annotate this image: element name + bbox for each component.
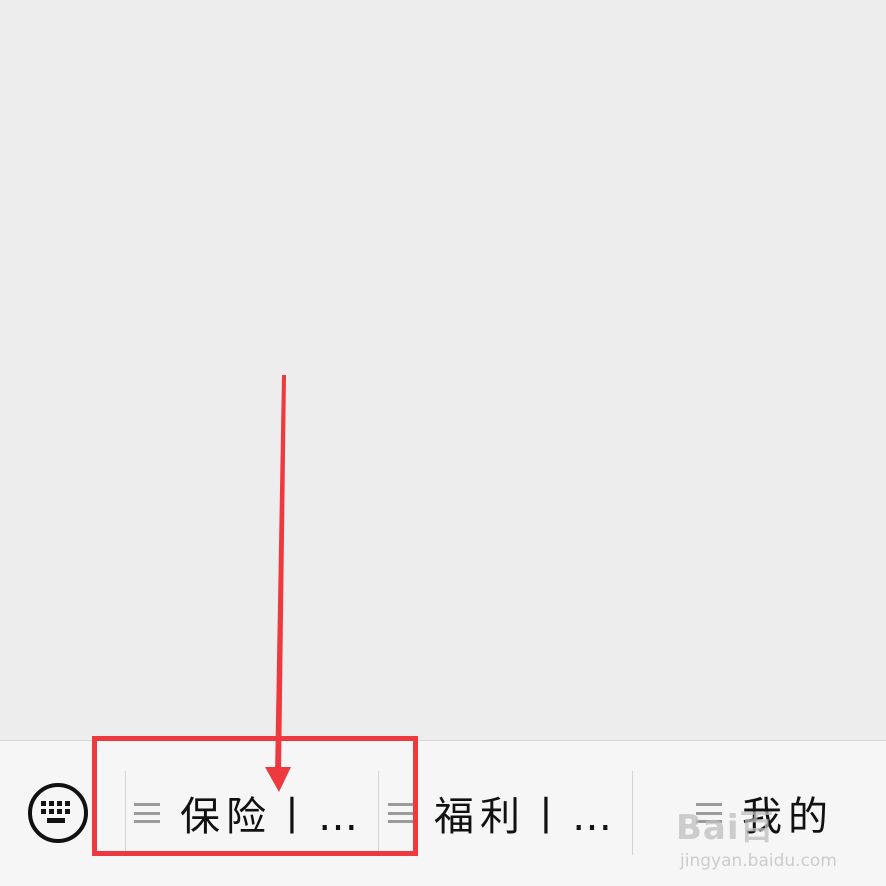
chat-screen: 保险丨… 福利丨… 我的 Bai百 jingyan.baidu.com <box>0 0 886 886</box>
menu-item-label: 我的 <box>742 794 834 840</box>
menu-item-mine[interactable]: 我的 <box>696 771 876 855</box>
menu-divider <box>378 771 379 855</box>
menu-item-benefits[interactable]: 福利丨… <box>388 771 632 855</box>
menu-lines-icon <box>134 803 160 823</box>
menu-divider <box>125 771 126 855</box>
bottom-menu-bar: 保险丨… 福利丨… 我的 <box>0 740 886 886</box>
chat-message-area[interactable] <box>0 0 886 740</box>
menu-item-label: 保险丨… <box>180 794 364 840</box>
menu-divider <box>632 771 633 855</box>
keyboard-icon <box>41 801 70 823</box>
menu-item-insurance[interactable]: 保险丨… <box>134 771 378 855</box>
menu-lines-icon <box>388 803 414 823</box>
menu-item-label: 福利丨… <box>434 794 618 840</box>
keyboard-toggle-button[interactable] <box>28 783 88 843</box>
menu-lines-icon <box>696 803 722 823</box>
